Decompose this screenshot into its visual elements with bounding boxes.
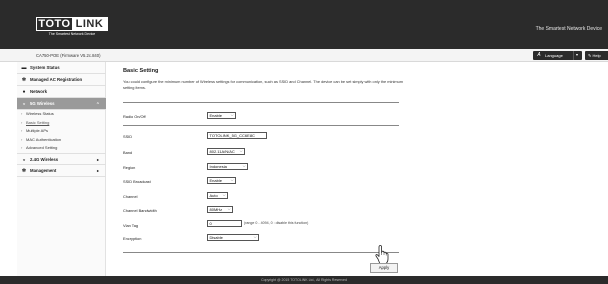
sidebar-item-management[interactable]: ✻ Management ▸ [17, 165, 106, 177]
page-description: You could configure the minimum number o… [123, 79, 404, 90]
sidebar-subitem-label: Multiple APs [26, 128, 49, 134]
chevron-down-icon: ⌵ [230, 113, 234, 117]
bullet-icon: › [21, 111, 23, 116]
chevron-down-icon: ▼ [573, 51, 580, 60]
sidebar-item-system-status[interactable]: ▬ System Status [17, 62, 106, 74]
sidebar-item-label: Network [30, 89, 47, 94]
chevron-down-icon: ⌵ [253, 235, 257, 239]
radio-value: Enable [209, 113, 222, 118]
ssid-broadcast-select[interactable]: Enable ⌵ [207, 177, 236, 184]
totolink-logo[interactable]: TOTO LINK The Smartest Network Device [36, 17, 108, 41]
sidebar-item-label: Management [30, 168, 57, 173]
channel-label: Channel [123, 194, 138, 199]
device-model: CA750-POE (Firmware V5.2c.840) [36, 53, 101, 58]
radio-label: Radio On/Off [123, 114, 146, 119]
help-button[interactable]: ✎ Help [585, 51, 608, 60]
sidebar-subitem-wireless-status[interactable]: › Wireless Status [17, 110, 106, 119]
bandwidth-label: Channel Bandwidth [123, 208, 157, 213]
chevron-right-icon: ▸ [96, 168, 99, 173]
bandwidth-select[interactable]: 80MHz ⌵ [207, 206, 233, 213]
divider [123, 125, 399, 126]
ssid-label: SSID [123, 134, 133, 139]
chevron-down-icon: ⌵ [242, 164, 246, 168]
logo-wordmark: TOTO LINK [36, 17, 108, 31]
sidebar: ▬ System Status ✻ Managed AC Registratio… [17, 62, 106, 276]
vlan-input[interactable]: 0 [207, 220, 242, 227]
chevron-down-icon: ⌵ [239, 149, 243, 153]
ssid-broadcast-value: Enable [209, 178, 222, 183]
encryption-label: Encryption [123, 236, 142, 241]
encryption-select[interactable]: Disable ⌵ [207, 234, 259, 241]
gear-icon: ✻ [21, 77, 27, 83]
gear-icon: ✻ [21, 168, 27, 174]
sidebar-subitem-multiple-aps[interactable]: › Multiple APs [17, 127, 106, 136]
bullet-icon: › [21, 145, 23, 151]
sidebar-subitem-label: Advanced Setting [26, 145, 58, 151]
divider [123, 102, 399, 103]
bullet-icon: › [21, 128, 23, 134]
chevron-up-icon: ^ [96, 101, 99, 106]
wifi-icon: ◒ [22, 101, 26, 107]
ssid-input[interactable]: TOTOLINK_5G_CC6E8C [207, 132, 267, 139]
copyright: Copyright @ 2015 TOTOLINK Ltd., All Righ… [261, 278, 347, 282]
sidebar-subitem-label: Basic Setting [26, 119, 50, 125]
sidebar-item-label: Managed AC Registration [30, 77, 83, 82]
bullet-icon: › [21, 136, 23, 142]
chevron-down-icon: ⌵ [222, 193, 226, 197]
sidebar-item-label: System Status [30, 65, 60, 70]
sidebar-item-24g-wireless[interactable]: ◒ 2.4G Wireless ▸ [17, 153, 106, 165]
page-title: Basic Setting [123, 68, 159, 74]
region-value: Indonesia [209, 164, 227, 169]
language-button[interactable]: 𝐴 Language ▼ [533, 51, 582, 60]
apply-button[interactable]: Apply [370, 263, 398, 273]
language-icon: 𝐴 [537, 52, 541, 58]
band-select[interactable]: 802.11A/N/AC ⌵ [207, 148, 245, 155]
header-bar: TOTO LINK The Smartest Network Device Th… [0, 0, 608, 49]
help-icon: ✎ [588, 53, 592, 58]
sidebar-item-label: 5G Wireless [30, 101, 55, 106]
region-label: Region [123, 165, 136, 170]
chevron-down-icon: ⌵ [227, 207, 231, 211]
language-label: Language [545, 53, 563, 58]
main-content: Basic Setting You could configure the mi… [107, 62, 608, 276]
sidebar-subitem-basic-setting[interactable]: › Basic Setting [17, 119, 106, 128]
monitor-icon: ▬ [21, 65, 27, 71]
band-label: Band [123, 150, 133, 155]
sidebar-item-managed-ac[interactable]: ✻ Managed AC Registration [17, 74, 106, 86]
device-bar: CA750-POE (Firmware V5.2c.840) 𝐴 Languag… [0, 49, 608, 62]
ssid-broadcast-label: SSID Broadcast [123, 179, 151, 184]
sidebar-subitem-label: MAC Authentication [26, 136, 62, 142]
header-slogan: The Smartest Network Device [535, 26, 602, 32]
sidebar-subitem-label: Wireless Status [26, 111, 54, 116]
encryption-value: Disable [209, 235, 223, 240]
band-value: 802.11A/N/AC [209, 149, 235, 154]
logo-word-toto: TOTO [38, 18, 71, 30]
sidebar-item-network[interactable]: ● Network [17, 86, 106, 98]
chevron-down-icon: ⌵ [230, 178, 234, 182]
sidebar-subitem-advanced-setting[interactable]: › Advanced Setting [17, 144, 106, 153]
vlan-hint: (range 0 - 4094, 0 : disable this functi… [244, 221, 309, 225]
region-select[interactable]: Indonesia ⌵ [207, 163, 248, 170]
footer: Copyright @ 2015 TOTOLINK Ltd., All Righ… [0, 276, 608, 284]
channel-select[interactable]: Auto ⌵ [207, 192, 228, 199]
radio-select[interactable]: Enable ⌵ [207, 112, 236, 119]
sidebar-subitem-mac-auth[interactable]: › MAC Authentication [17, 136, 106, 145]
vlan-label: Vlan Tag [123, 223, 139, 228]
help-label: Help [592, 53, 601, 58]
channel-value: Auto [209, 193, 218, 198]
divider [123, 252, 399, 253]
bullet-icon: › [21, 119, 23, 125]
logo-tagline: The Smartest Network Device [48, 32, 96, 36]
globe-icon: ● [22, 89, 26, 95]
bandwidth-value: 80MHz [209, 207, 223, 212]
logo-word-link: LINK [72, 18, 107, 30]
sidebar-item-5g-wireless[interactable]: ◒ 5G Wireless ^ [17, 98, 106, 110]
